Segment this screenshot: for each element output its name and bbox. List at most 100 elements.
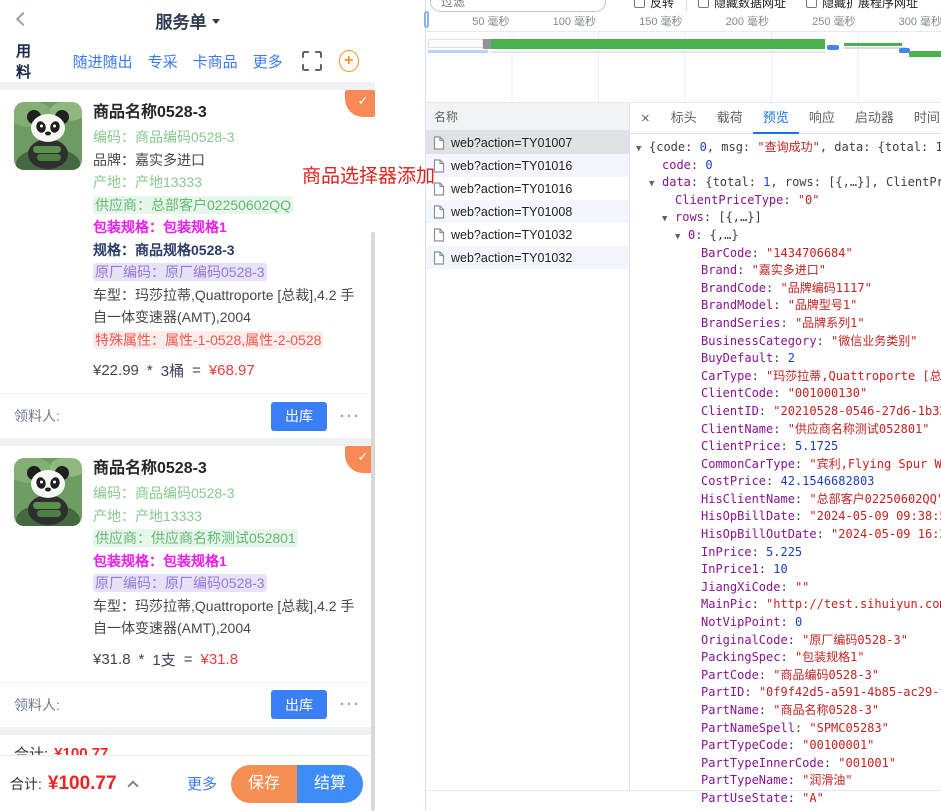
- action-pill: 保存 结算: [231, 765, 363, 803]
- json-tree-line: NotVipPoint: 0: [630, 614, 941, 632]
- more-options-icon[interactable]: ···: [340, 408, 361, 425]
- product-attribute-line: 原厂编码：原厂编码0528-3: [93, 261, 361, 284]
- product-card[interactable]: ✓ 商品名: [0, 446, 375, 727]
- request-name: web?action=TY01008: [451, 205, 572, 219]
- equals-sign: =: [184, 651, 193, 668]
- network-request-row[interactable]: web?action=TY01016: [426, 154, 629, 177]
- network-request-row[interactable]: web?action=TY01007: [426, 131, 629, 154]
- network-request-row[interactable]: web?action=TY01008: [426, 200, 629, 223]
- tab-preview[interactable]: 预览: [753, 103, 799, 134]
- file-icon: [433, 228, 445, 242]
- product-image: [14, 458, 82, 526]
- network-request-row[interactable]: web?action=TY01016: [426, 177, 629, 200]
- app-tab-bar: 用料 随进随出 专采 卡商品 更多 +: [0, 40, 375, 82]
- json-tree-line: ▼0: {,…}: [630, 227, 941, 245]
- product-attribute-line: 特殊属性：属性-1-0528,属性-2-0528: [93, 329, 361, 352]
- product-attribute-line: 产地：产地13333: [93, 505, 361, 528]
- product-title: 商品名称0528-3: [93, 102, 361, 124]
- product-attribute: 原厂编码：原厂编码0528-3: [93, 574, 267, 592]
- page-title: 服务单: [156, 8, 207, 33]
- json-tree-line: BrandSeries: "品牌系列1": [630, 315, 941, 333]
- tab-payload[interactable]: 载荷: [707, 103, 753, 134]
- outbound-button[interactable]: 出库: [271, 402, 327, 431]
- product-attributes: 编码：商品编码0528-3 产地：产地13333 供应商：供应商名称测试0528…: [93, 482, 361, 640]
- ruler-tick: 300 毫秒: [859, 13, 941, 31]
- json-tree-line: PackingSpec: "包装规格1": [630, 649, 941, 667]
- title-dropdown[interactable]: 服务单: [0, 0, 375, 40]
- hide-data-urls-checkbox[interactable]: 隐藏数据网址: [698, 0, 786, 11]
- more-options-icon[interactable]: ···: [340, 696, 361, 713]
- devtools-network-panel: 反转 隐藏数据网址 隐藏扩展程序网址 50 毫秒100 毫秒150 毫秒200 …: [425, 0, 941, 811]
- product-attribute-line: 包装规格：包装规格1: [93, 550, 361, 573]
- json-tree-line: ClientID: "20210528-0546-27d6-1b32-: [630, 403, 941, 421]
- product-attribute: 车型：玛莎拉蒂,Quattroporte [总裁],4.2 手自一体变速器(AM…: [93, 598, 354, 637]
- json-tree-line: ▼data: {total: 1, rows: [{,…}], ClientPr: [630, 174, 941, 192]
- collapse-caret-icon[interactable]: [127, 780, 138, 791]
- expand-arrow-icon[interactable]: ▼: [675, 229, 688, 245]
- overview-bar-light: [428, 39, 483, 48]
- checkout-button[interactable]: 结算: [297, 765, 363, 803]
- file-icon: [433, 251, 445, 265]
- timeline-ruler: 50 毫秒100 毫秒150 毫秒200 毫秒250 毫秒300 毫秒: [426, 13, 941, 32]
- json-tree-line: PartTypeCode: "00100001": [630, 737, 941, 755]
- invert-checkbox[interactable]: 反转: [634, 0, 674, 11]
- json-tree-line: BarCode: "1434706684": [630, 245, 941, 263]
- product-attribute: 包装规格：包装规格1: [93, 553, 227, 569]
- save-button[interactable]: 保存: [231, 765, 297, 803]
- overview-bar-lightblue: [428, 50, 488, 53]
- tab-more[interactable]: 更多: [253, 51, 283, 72]
- overview-bar-gray-thin: [844, 47, 906, 49]
- scan-icon[interactable]: [302, 51, 322, 71]
- network-request-row[interactable]: web?action=TY01032: [426, 246, 629, 269]
- expand-arrow-icon[interactable]: ▼: [662, 211, 675, 227]
- detail-tab-bar: × 标头 载荷 预览 响应 启动器 时间: [630, 103, 941, 134]
- product-attribute: 特殊属性：属性-1-0528,属性-2-0528: [93, 331, 323, 349]
- tab-special-purchase[interactable]: 专采: [148, 51, 178, 72]
- json-tree-line: PartID: "0f9f42d5-a591-4b85-ac29-fa: [630, 684, 941, 702]
- product-attribute: 原厂编码：原厂编码0528-3: [93, 263, 267, 281]
- tab-headers[interactable]: 标头: [661, 103, 707, 134]
- more-button[interactable]: 更多: [187, 773, 217, 794]
- multiply-sign: *: [147, 362, 153, 379]
- picker-label: 领料人:: [14, 406, 60, 426]
- card-footer: 领料人: 出库 ···: [0, 393, 375, 438]
- json-tree-line: ▼{code: 0, msg: "查询成功", data: {total: 1: [630, 139, 941, 157]
- close-icon[interactable]: ×: [630, 110, 661, 127]
- expand-arrow-icon[interactable]: ▼: [649, 176, 662, 192]
- line-total: ¥68.97: [209, 362, 255, 379]
- filter-input[interactable]: [430, 0, 606, 12]
- tab-initiator[interactable]: 启动器: [845, 103, 904, 134]
- outbound-button[interactable]: 出库: [271, 690, 327, 719]
- checkbox-icon: [698, 0, 709, 8]
- multiply-sign: *: [139, 651, 145, 668]
- product-attribute-line: 车型：玛莎拉蒂,Quattroporte [总裁],4.2 手自一体变速器(AM…: [93, 595, 361, 640]
- tab-timing[interactable]: 时间: [904, 103, 941, 134]
- hide-extension-urls-checkbox[interactable]: 隐藏扩展程序网址: [806, 0, 918, 11]
- json-tree-line: HisOpBillOutDate: "2024-05-09 16:38: [630, 526, 941, 544]
- json-tree-line: CommonCarType: "宾利,Flying Spur W: [630, 456, 941, 474]
- expand-arrow-icon[interactable]: ▼: [636, 141, 649, 157]
- tab-materials[interactable]: 用料: [16, 40, 44, 82]
- product-attribute: 供应商：供应商名称测试052801: [93, 529, 298, 547]
- tab-in-out[interactable]: 随进随出: [73, 51, 133, 72]
- json-tree-line: PartNameSpell: "SPMC05283": [630, 720, 941, 738]
- overview-bar-green-thin: [844, 43, 902, 46]
- statusbar-divider: [426, 790, 941, 791]
- product-selector-toast: 商品选择器添加: [302, 161, 435, 188]
- tab-response[interactable]: 响应: [799, 103, 845, 134]
- app-scrollbar[interactable]: [371, 232, 375, 811]
- price-row: ¥22.99 * 3桶 = ¥68.97: [93, 360, 361, 381]
- check-icon: ✓: [358, 93, 369, 109]
- name-column-header[interactable]: 名称: [426, 103, 629, 131]
- network-request-row[interactable]: web?action=TY01032: [426, 223, 629, 246]
- product-card[interactable]: ✓ 商品名: [0, 90, 375, 438]
- product-attribute: 供应商：总部客户02250602QQ: [93, 196, 293, 214]
- product-attribute-line: 编码：商品编码0528-3: [93, 126, 361, 149]
- ruler-tick: 50 毫秒: [426, 13, 513, 31]
- network-overview-waterfall[interactable]: [426, 32, 941, 103]
- tab-card-product[interactable]: 卡商品: [193, 51, 238, 72]
- product-attribute-line: 供应商：供应商名称测试052801: [93, 527, 361, 550]
- overview-drag-handle[interactable]: [424, 11, 429, 28]
- product-attribute-line: 供应商：总部客户02250602QQ: [93, 194, 361, 217]
- add-product-icon[interactable]: +: [339, 50, 359, 72]
